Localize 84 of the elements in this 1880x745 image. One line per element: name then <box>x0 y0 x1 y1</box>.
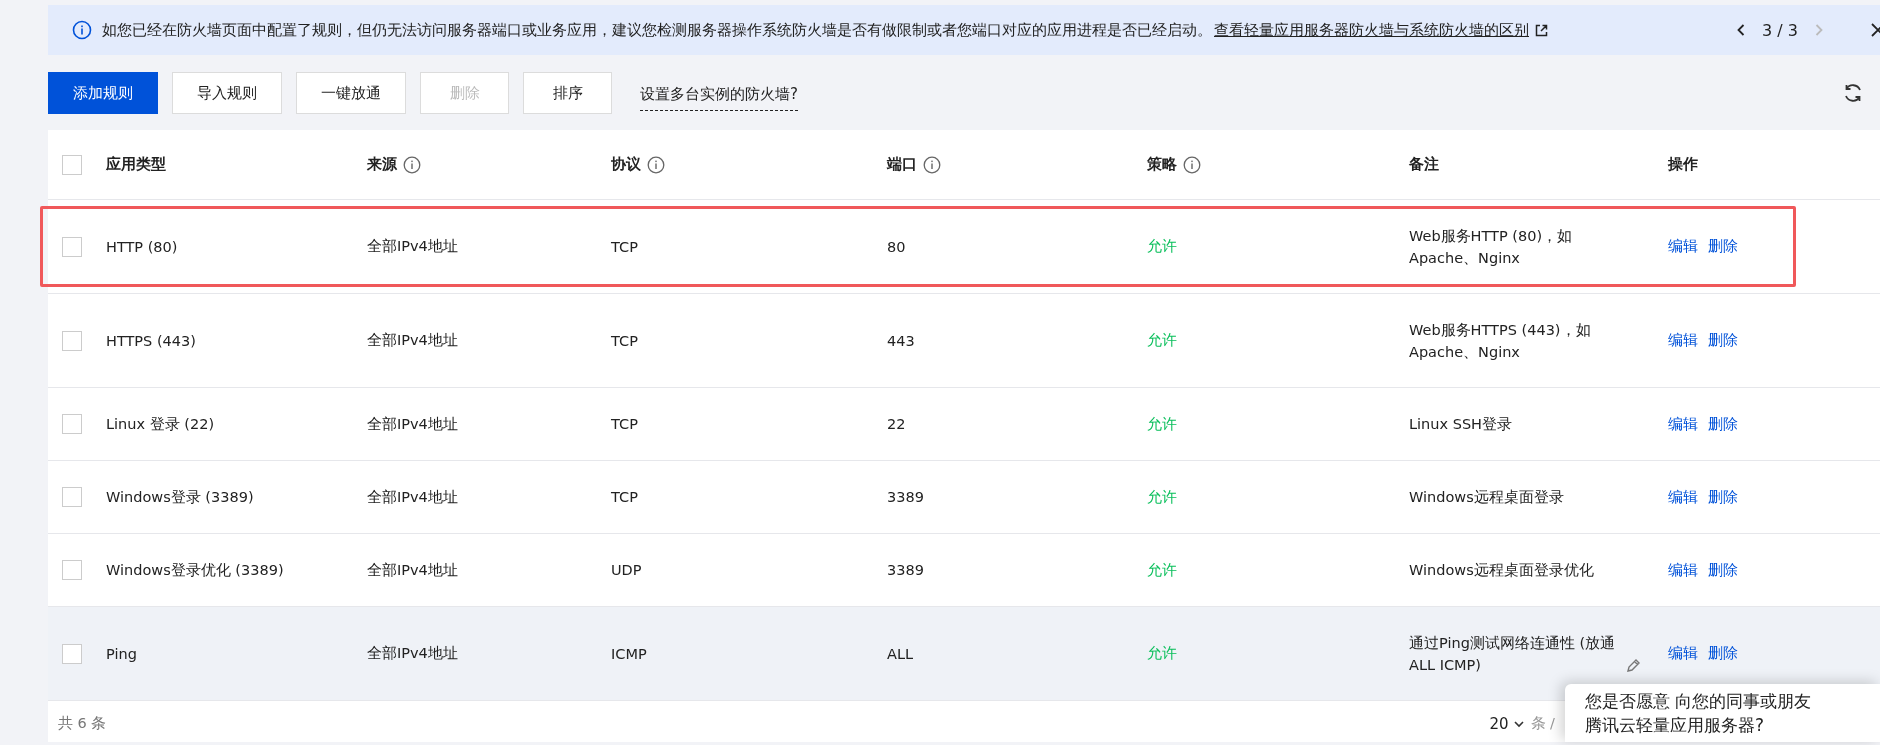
row-checkbox[interactable] <box>62 330 82 351</box>
page-indicator: 3 / 3 <box>1762 20 1798 40</box>
table-cell: ICMP <box>611 645 647 662</box>
pencil-icon[interactable] <box>1625 657 1641 674</box>
notice-text: 如您已经在防火墙页面中配置了规则，但仍无法访问服务器端口或业务应用，建议您检测服务器操作系统防火墙是否有做限制或者您端口对应的应用进程是否已经启动。 <box>102 20 1212 40</box>
table-cell: Windows登录 (3389) <box>106 487 254 507</box>
table-cell: Ping <box>106 645 137 662</box>
column-header: 端口 <box>887 155 917 174</box>
table-cell: TCP <box>611 238 638 255</box>
table-cell: 443 <box>887 332 915 349</box>
table-cell: Windows登录优化 (3389) <box>106 560 284 580</box>
table-cell: 允许 <box>1147 237 1177 256</box>
row-action-link[interactable]: 编辑 <box>1668 331 1698 350</box>
table-cell-text: Web服务HTTP (80)，如Apache、Nginx <box>1409 226 1574 268</box>
table-cell-text: 通过Ping测试网络连通性 (放通ALL ICMP) <box>1409 633 1617 675</box>
refresh-icon[interactable] <box>1842 82 1864 104</box>
row-action-link[interactable]: 删除 <box>1708 414 1738 434</box>
row-checkbox[interactable] <box>62 236 82 257</box>
row-action-link[interactable]: 删除 <box>1708 560 1738 580</box>
info-icon[interactable] <box>647 155 665 174</box>
row-action-link[interactable]: 删除 <box>1708 331 1738 350</box>
column-header: 应用类型 <box>106 155 166 174</box>
row-checkbox[interactable] <box>62 560 82 580</box>
column-header: 来源 <box>367 155 397 174</box>
row-action-link[interactable]: 编辑 <box>1668 237 1698 256</box>
table-cell: HTTPS (443) <box>106 332 196 349</box>
table-cell: TCP <box>611 332 638 349</box>
table-cell-text: Windows远程桌面登录 <box>1409 488 1565 507</box>
info-icon <box>72 20 92 40</box>
row-action-link[interactable]: 编辑 <box>1668 414 1698 434</box>
table-cell: 全部IPv4地址 <box>367 644 458 663</box>
table-cell: 3389 <box>887 489 924 505</box>
row-action-link[interactable]: 删除 <box>1708 237 1738 256</box>
column-header: 协议 <box>611 155 641 174</box>
row-action-link[interactable]: 编辑 <box>1668 487 1698 507</box>
table-cell: TCP <box>611 489 638 505</box>
table-cell: TCP <box>611 416 638 432</box>
table-cell: 全部IPv4地址 <box>367 237 458 256</box>
table-cell: 全部IPv4地址 <box>367 560 458 580</box>
survey-text: 您是否愿意 向您的同事或朋友 <box>1585 690 1813 712</box>
page-size-unit: 条 / <box>1530 714 1555 733</box>
column-header: 备注 <box>1409 155 1439 174</box>
row-action-link[interactable]: 删除 <box>1708 644 1738 663</box>
table-cell: 全部IPv4地址 <box>367 414 458 434</box>
select-all-checkbox[interactable] <box>62 154 82 175</box>
info-icon[interactable] <box>403 155 421 174</box>
table-cell-text: Windows远程桌面登录优化 <box>1409 561 1595 580</box>
column-header: 策略 <box>1147 155 1177 174</box>
notice-link[interactable]: 查看轻量应用服务器防火墙与系统防火墙的区别 <box>1214 20 1529 40</box>
table-cell: 80 <box>887 238 906 255</box>
table-cell: 全部IPv4地址 <box>367 331 458 350</box>
page-size-select[interactable]: 20 <box>1489 714 1525 733</box>
row-action-link[interactable]: 编辑 <box>1668 560 1698 580</box>
row-action-link[interactable]: 删除 <box>1708 487 1738 507</box>
row-action-link[interactable]: 编辑 <box>1668 644 1698 663</box>
table-cell: HTTP (80) <box>106 238 178 255</box>
total-count: 共 6 条 <box>58 714 107 733</box>
info-icon[interactable] <box>923 155 941 174</box>
table-cell: 允许 <box>1147 560 1177 580</box>
survey-text: 腾讯云轻量应用服务器? <box>1585 714 1766 736</box>
toolbar-button[interactable]: 一键放通 <box>296 72 406 114</box>
toolbar-button[interactable]: 添加规则 <box>48 72 158 114</box>
table-cell: 22 <box>887 416 906 432</box>
table-cell: 允许 <box>1147 487 1177 507</box>
row-checkbox[interactable] <box>62 487 82 507</box>
toolbar-button[interactable]: 排序 <box>523 72 612 114</box>
table-cell-text: Linux SSH登录 <box>1409 415 1513 434</box>
previous-icon[interactable] <box>1736 23 1747 37</box>
column-header: 操作 <box>1668 155 1698 174</box>
table-cell: 允许 <box>1147 644 1177 663</box>
row-checkbox[interactable] <box>62 643 82 664</box>
external-link-icon[interactable] <box>1535 23 1548 37</box>
multi-instance-link[interactable]: 设置多台实例的防火墙? <box>640 75 798 111</box>
table-cell: 3389 <box>887 562 924 578</box>
table-cell: Linux 登录 (22) <box>106 414 215 434</box>
toolbar-button[interactable]: 导入规则 <box>172 72 282 114</box>
table-cell: UDP <box>611 562 642 578</box>
table-cell: 全部IPv4地址 <box>367 487 458 507</box>
table-cell-text: Web服务HTTPS (443)，如Apache、Nginx <box>1409 320 1592 362</box>
table-cell: 允许 <box>1147 331 1177 350</box>
info-icon[interactable] <box>1183 155 1201 174</box>
row-checkbox[interactable] <box>62 414 82 434</box>
table-cell: 允许 <box>1147 414 1177 434</box>
table-cell: ALL <box>887 645 914 662</box>
